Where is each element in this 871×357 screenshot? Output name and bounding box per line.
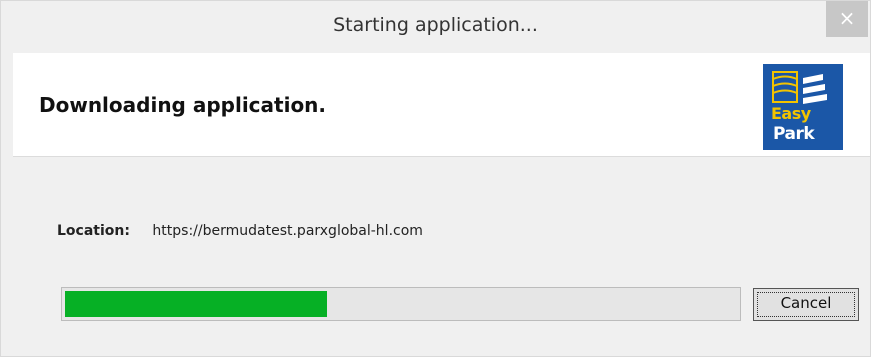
logo-word-easy: Easy: [771, 104, 811, 123]
cancel-button[interactable]: Cancel: [753, 288, 859, 321]
progress-fill: [65, 291, 327, 317]
location-url: https://bermudatest.parxglobal-hl.com: [152, 223, 423, 239]
close-button[interactable]: ×: [826, 1, 868, 37]
close-icon: ×: [838, 6, 856, 30]
page-title: Downloading application.: [39, 93, 327, 117]
download-progress-bar: [61, 287, 741, 321]
location-label: Location:: [57, 223, 130, 239]
easy-park-logo: Easy Park: [763, 64, 843, 150]
logo-word-park: Park: [773, 124, 815, 144]
window-title: Starting application...: [333, 14, 538, 36]
download-dialog: Starting application... × Downloading ap…: [0, 0, 871, 357]
cancel-button-label: Cancel: [780, 294, 832, 312]
header-band: Downloading application. Easy Park: [13, 53, 870, 157]
location-row: Location: https://bermudatest.parxglobal…: [57, 223, 423, 239]
title-bar[interactable]: Starting application... ×: [1, 1, 870, 53]
